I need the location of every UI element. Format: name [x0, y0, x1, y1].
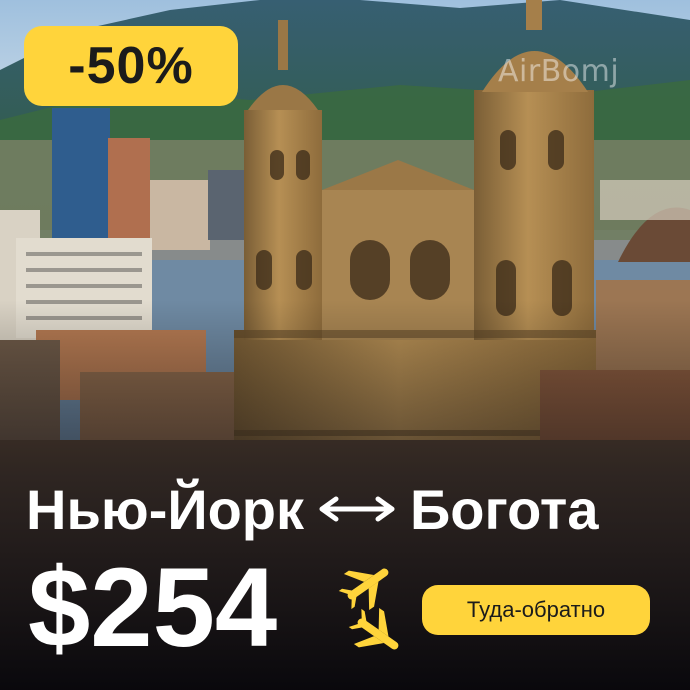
route: Нью-Йорк Богота	[26, 474, 598, 544]
destination-city: Богота	[410, 477, 599, 541]
watermark: AirBomj	[498, 54, 620, 89]
double-arrow-icon	[318, 494, 396, 524]
discount-badge: -50%	[24, 26, 238, 106]
origin-city: Нью-Йорк	[26, 477, 305, 541]
price: $254	[28, 545, 278, 670]
trip-type-badge: Туда-обратно	[422, 585, 650, 635]
airplane-icon	[338, 568, 399, 650]
promo-card[interactable]: -50% AirBomj Нью-Йорк Богота $254 Туда-о…	[0, 0, 690, 690]
